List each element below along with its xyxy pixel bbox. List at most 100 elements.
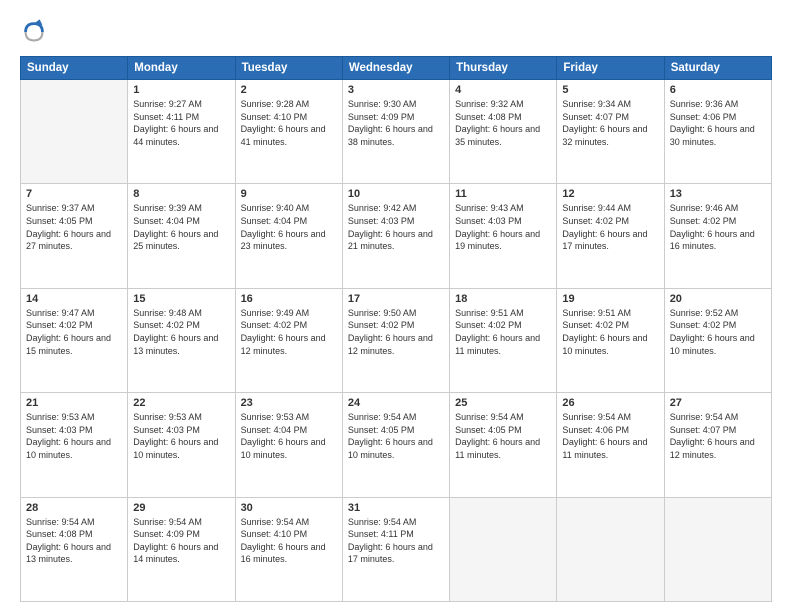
calendar-cell: 19Sunrise: 9:51 AMSunset: 4:02 PMDayligh… (557, 288, 664, 392)
calendar-cell (664, 497, 771, 601)
day-info: Sunrise: 9:28 AMSunset: 4:10 PMDaylight:… (241, 98, 337, 148)
day-info: Sunrise: 9:54 AMSunset: 4:05 PMDaylight:… (348, 411, 444, 461)
calendar-cell: 24 Sunrise: 9:54 AMSunset: 4:05 PMDayligh… (342, 393, 449, 497)
calendar-cell: 9 Sunrise: 9:40 AMSunset: 4:04 PMDaylight… (235, 184, 342, 288)
day-number: 18 (455, 293, 551, 305)
calendar-cell (557, 497, 664, 601)
calendar-cell: 26 Sunrise: 9:54 AMSunset: 4:06 PMDayligh… (557, 393, 664, 497)
day-number: 4 (455, 84, 551, 96)
day-number: 8 (133, 188, 229, 200)
calendar-week-row: 14 Sunrise: 9:47 AMSunset: 4:02 PMDayligh… (21, 288, 772, 392)
day-number: 27 (670, 397, 766, 409)
day-info: Sunrise: 9:42 AMSunset: 4:03 PMDaylight:… (348, 202, 444, 252)
weekday-header-monday: Monday (128, 57, 235, 80)
day-number: 24 (348, 397, 444, 409)
day-number: 9 (241, 188, 337, 200)
day-number: 31 (348, 502, 444, 514)
day-number: 5 (562, 84, 658, 96)
calendar-header-row: SundayMondayTuesdayWednesdayThursdayFrid… (21, 57, 772, 80)
day-info: Sunrise: 9:53 AMSunset: 4:04 PMDaylight:… (241, 411, 337, 461)
weekday-header-friday: Friday (557, 57, 664, 80)
day-info: Sunrise: 9:44 AMSunset: 4:02 PMDaylight:… (562, 202, 658, 252)
day-number: 7 (26, 188, 122, 200)
day-info: Sunrise: 9:37 AMSunset: 4:05 PMDaylight:… (26, 202, 122, 252)
calendar-cell: 28Sunrise: 9:54 AMSunset: 4:08 PMDayligh… (21, 497, 128, 601)
day-info: Sunrise: 9:43 AMSunset: 4:03 PMDaylight:… (455, 202, 551, 252)
calendar-cell: 11 Sunrise: 9:43 AMSunset: 4:03 PMDayligh… (450, 184, 557, 288)
day-info: Sunrise: 9:32 AMSunset: 4:08 PMDaylight:… (455, 98, 551, 148)
day-number: 13 (670, 188, 766, 200)
day-info: Sunrise: 9:34 AMSunset: 4:07 PMDaylight:… (562, 98, 658, 148)
calendar-cell (21, 80, 128, 184)
day-info: Sunrise: 9:27 AMSunset: 4:11 PMDaylight:… (133, 98, 229, 148)
day-info: Sunrise: 9:40 AMSunset: 4:04 PMDaylight:… (241, 202, 337, 252)
calendar-cell: 8 Sunrise: 9:39 AMSunset: 4:04 PMDaylight… (128, 184, 235, 288)
day-info: Sunrise: 9:51 AMSunset: 4:02 PMDaylight:… (562, 307, 658, 357)
day-info: Sunrise: 9:39 AMSunset: 4:04 PMDaylight:… (133, 202, 229, 252)
day-info: Sunrise: 9:53 AMSunset: 4:03 PMDaylight:… (26, 411, 122, 461)
day-number: 20 (670, 293, 766, 305)
calendar-cell: 2 Sunrise: 9:28 AMSunset: 4:10 PMDaylight… (235, 80, 342, 184)
day-info: Sunrise: 9:50 AMSunset: 4:02 PMDaylight:… (348, 307, 444, 357)
calendar-cell (450, 497, 557, 601)
calendar-cell: 6Sunrise: 9:36 AMSunset: 4:06 PMDaylight… (664, 80, 771, 184)
logo-icon (20, 18, 48, 46)
day-info: Sunrise: 9:54 AMSunset: 4:08 PMDaylight:… (26, 516, 122, 566)
calendar-cell: 17 Sunrise: 9:50 AMSunset: 4:02 PMDayligh… (342, 288, 449, 392)
calendar-cell: 18 Sunrise: 9:51 AMSunset: 4:02 PMDayligh… (450, 288, 557, 392)
day-info: Sunrise: 9:54 AMSunset: 4:07 PMDaylight:… (670, 411, 766, 461)
day-info: Sunrise: 9:36 AMSunset: 4:06 PMDaylight:… (670, 98, 766, 148)
day-number: 2 (241, 84, 337, 96)
weekday-header-thursday: Thursday (450, 57, 557, 80)
calendar-cell: 23 Sunrise: 9:53 AMSunset: 4:04 PMDayligh… (235, 393, 342, 497)
day-info: Sunrise: 9:54 AMSunset: 4:09 PMDaylight:… (133, 516, 229, 566)
calendar-cell: 5 Sunrise: 9:34 AMSunset: 4:07 PMDaylight… (557, 80, 664, 184)
day-number: 16 (241, 293, 337, 305)
day-number: 23 (241, 397, 337, 409)
calendar-cell: 15Sunrise: 9:48 AMSunset: 4:02 PMDayligh… (128, 288, 235, 392)
calendar-cell: 13 Sunrise: 9:46 AMSunset: 4:02 PMDayligh… (664, 184, 771, 288)
calendar-cell: 25 Sunrise: 9:54 AMSunset: 4:05 PMDayligh… (450, 393, 557, 497)
weekday-header-wednesday: Wednesday (342, 57, 449, 80)
day-number: 11 (455, 188, 551, 200)
weekday-header-saturday: Saturday (664, 57, 771, 80)
calendar-cell: 1 Sunrise: 9:27 AMSunset: 4:11 PMDaylight… (128, 80, 235, 184)
calendar-week-row: 1 Sunrise: 9:27 AMSunset: 4:11 PMDaylight… (21, 80, 772, 184)
calendar-cell: 4 Sunrise: 9:32 AMSunset: 4:08 PMDaylight… (450, 80, 557, 184)
calendar-cell: 29 Sunrise: 9:54 AMSunset: 4:09 PMDayligh… (128, 497, 235, 601)
day-info: Sunrise: 9:51 AMSunset: 4:02 PMDaylight:… (455, 307, 551, 357)
day-info: Sunrise: 9:46 AMSunset: 4:02 PMDaylight:… (670, 202, 766, 252)
day-info: Sunrise: 9:47 AMSunset: 4:02 PMDaylight:… (26, 307, 122, 357)
day-number: 22 (133, 397, 229, 409)
day-info: Sunrise: 9:49 AMSunset: 4:02 PMDaylight:… (241, 307, 337, 357)
weekday-header-sunday: Sunday (21, 57, 128, 80)
calendar-cell: 14 Sunrise: 9:47 AMSunset: 4:02 PMDayligh… (21, 288, 128, 392)
calendar-week-row: 21 Sunrise: 9:53 AMSunset: 4:03 PMDayligh… (21, 393, 772, 497)
day-number: 25 (455, 397, 551, 409)
day-number: 26 (562, 397, 658, 409)
day-number: 1 (133, 84, 229, 96)
day-number: 30 (241, 502, 337, 514)
day-number: 17 (348, 293, 444, 305)
calendar-week-row: 28Sunrise: 9:54 AMSunset: 4:08 PMDayligh… (21, 497, 772, 601)
day-info: Sunrise: 9:54 AMSunset: 4:05 PMDaylight:… (455, 411, 551, 461)
calendar-table: SundayMondayTuesdayWednesdayThursdayFrid… (20, 56, 772, 602)
calendar-cell: 21 Sunrise: 9:53 AMSunset: 4:03 PMDayligh… (21, 393, 128, 497)
calendar-cell: 7 Sunrise: 9:37 AMSunset: 4:05 PMDaylight… (21, 184, 128, 288)
header (20, 18, 772, 46)
calendar-cell: 16 Sunrise: 9:49 AMSunset: 4:02 PMDayligh… (235, 288, 342, 392)
calendar-cell: 12Sunrise: 9:44 AMSunset: 4:02 PMDayligh… (557, 184, 664, 288)
day-number: 14 (26, 293, 122, 305)
calendar-cell: 10Sunrise: 9:42 AMSunset: 4:03 PMDayligh… (342, 184, 449, 288)
day-info: Sunrise: 9:54 AMSunset: 4:06 PMDaylight:… (562, 411, 658, 461)
day-number: 21 (26, 397, 122, 409)
day-info: Sunrise: 9:30 AMSunset: 4:09 PMDaylight:… (348, 98, 444, 148)
day-number: 29 (133, 502, 229, 514)
calendar-cell: 22Sunrise: 9:53 AMSunset: 4:03 PMDayligh… (128, 393, 235, 497)
calendar-cell: 20Sunrise: 9:52 AMSunset: 4:02 PMDayligh… (664, 288, 771, 392)
calendar-cell: 30 Sunrise: 9:54 AMSunset: 4:10 PMDayligh… (235, 497, 342, 601)
logo (20, 18, 52, 46)
calendar-cell: 27 Sunrise: 9:54 AMSunset: 4:07 PMDayligh… (664, 393, 771, 497)
day-number: 3 (348, 84, 444, 96)
day-info: Sunrise: 9:54 AMSunset: 4:10 PMDaylight:… (241, 516, 337, 566)
